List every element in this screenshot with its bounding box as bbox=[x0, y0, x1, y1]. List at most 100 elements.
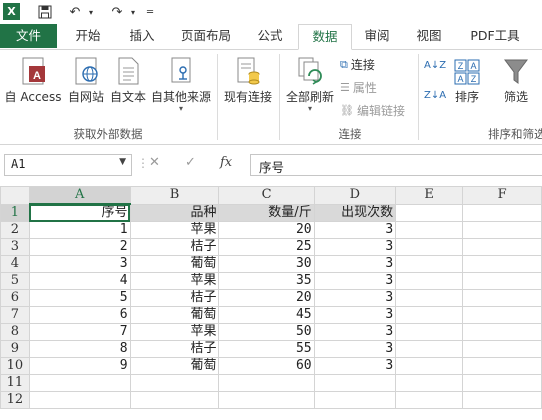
cell[interactable]: 桔子 bbox=[129, 340, 220, 358]
cell-a1[interactable]: 序号 bbox=[28, 203, 131, 222]
cell[interactable]: 葡萄 bbox=[129, 306, 220, 324]
cell[interactable] bbox=[462, 221, 542, 239]
formula-input[interactable]: 序号 bbox=[250, 154, 542, 176]
cell[interactable]: 30 bbox=[218, 255, 315, 273]
cell[interactable]: 25 bbox=[218, 238, 315, 256]
cell[interactable] bbox=[395, 289, 464, 307]
cell[interactable] bbox=[462, 374, 542, 392]
tab-pdf-tools[interactable]: PDF工具 bbox=[462, 24, 528, 48]
cell[interactable]: 35 bbox=[218, 272, 315, 290]
cell[interactable] bbox=[395, 272, 464, 290]
redo-icon[interactable]: ↷ bbox=[108, 3, 126, 21]
tab-page-layout[interactable]: 页面布局 bbox=[174, 24, 238, 48]
row-header[interactable]: 5 bbox=[0, 272, 30, 290]
cell[interactable]: 桔子 bbox=[129, 238, 220, 256]
column-header-e[interactable]: E bbox=[395, 186, 464, 205]
column-header-c[interactable]: C bbox=[218, 186, 315, 205]
row-header[interactable]: 10 bbox=[0, 357, 30, 375]
row-header[interactable]: 9 bbox=[0, 340, 30, 358]
cell[interactable]: 60 bbox=[218, 357, 315, 375]
cell[interactable]: 2 bbox=[28, 238, 131, 256]
cell[interactable]: 6 bbox=[28, 306, 131, 324]
cell[interactable]: 4 bbox=[28, 272, 131, 290]
cell[interactable] bbox=[462, 391, 542, 409]
cell[interactable]: 3 bbox=[313, 255, 397, 273]
cell[interactable] bbox=[395, 323, 464, 341]
column-header-b[interactable]: B bbox=[129, 186, 220, 205]
sort-button[interactable]: Z A A Z 排序 bbox=[450, 56, 484, 105]
cell[interactable]: 1 bbox=[28, 221, 131, 239]
cell[interactable]: 55 bbox=[218, 340, 315, 358]
cell[interactable]: 9 bbox=[28, 357, 131, 375]
cell[interactable] bbox=[462, 238, 542, 256]
cell-b1[interactable]: 品种 bbox=[129, 203, 220, 222]
name-box[interactable]: A1 ▼ bbox=[4, 154, 132, 176]
save-icon[interactable] bbox=[36, 3, 54, 21]
cell-f1[interactable] bbox=[462, 203, 542, 222]
column-header-a[interactable]: A bbox=[28, 186, 131, 205]
cell[interactable]: 45 bbox=[218, 306, 315, 324]
row-header[interactable]: 12 bbox=[0, 391, 30, 409]
existing-connections-button[interactable]: 现有连接 bbox=[220, 56, 276, 105]
cancel-icon[interactable]: ✕ bbox=[149, 155, 160, 170]
connections-button[interactable]: ⧉ 连接 bbox=[340, 56, 375, 73]
cell[interactable]: 葡萄 bbox=[129, 255, 220, 273]
tab-file[interactable]: 文件 bbox=[0, 24, 57, 48]
refresh-all-button[interactable]: 全部刷新 ▾ bbox=[283, 56, 337, 113]
cell[interactable]: 3 bbox=[313, 238, 397, 256]
tab-view[interactable]: 视图 bbox=[406, 24, 452, 48]
tab-data[interactable]: 数据 bbox=[298, 24, 352, 50]
cell[interactable]: 3 bbox=[313, 323, 397, 341]
cell[interactable] bbox=[462, 255, 542, 273]
cell[interactable] bbox=[462, 306, 542, 324]
cell-c1[interactable]: 数量/斤 bbox=[218, 203, 315, 222]
cell[interactable] bbox=[395, 238, 464, 256]
cell[interactable]: 50 bbox=[218, 323, 315, 341]
sort-ascending-button[interactable]: A↓Z bbox=[424, 60, 446, 71]
cell[interactable] bbox=[462, 272, 542, 290]
sort-descending-button[interactable]: Z↓A bbox=[424, 90, 446, 101]
from-web-button[interactable]: 自网站 bbox=[66, 56, 106, 105]
cell[interactable] bbox=[28, 374, 131, 392]
filter-button[interactable]: 筛选 bbox=[496, 56, 536, 105]
cell[interactable]: 苹果 bbox=[129, 323, 220, 341]
row-header[interactable]: 3 bbox=[0, 238, 30, 256]
tab-formulas[interactable]: 公式 bbox=[246, 24, 294, 48]
cell[interactable]: 5 bbox=[28, 289, 131, 307]
tab-review[interactable]: 审阅 bbox=[354, 24, 400, 48]
cell[interactable] bbox=[395, 255, 464, 273]
cell[interactable]: 桔子 bbox=[129, 289, 220, 307]
tab-insert[interactable]: 插入 bbox=[118, 24, 166, 48]
cell[interactable]: 3 bbox=[313, 289, 397, 307]
row-header[interactable]: 7 bbox=[0, 306, 30, 324]
cell[interactable]: 3 bbox=[313, 221, 397, 239]
cell[interactable]: 3 bbox=[313, 272, 397, 290]
cell[interactable]: 苹果 bbox=[129, 221, 220, 239]
from-other-sources-button[interactable]: 自其他来源 ▾ bbox=[150, 56, 212, 113]
cell[interactable] bbox=[129, 374, 220, 392]
cell[interactable]: 8 bbox=[28, 340, 131, 358]
cell[interactable] bbox=[462, 289, 542, 307]
cell[interactable]: 苹果 bbox=[129, 272, 220, 290]
cell[interactable]: 20 bbox=[218, 289, 315, 307]
cell[interactable] bbox=[313, 374, 397, 392]
cell[interactable]: 葡萄 bbox=[129, 357, 220, 375]
cell[interactable]: 3 bbox=[313, 306, 397, 324]
cell[interactable] bbox=[395, 391, 464, 409]
cell[interactable]: 7 bbox=[28, 323, 131, 341]
undo-dropdown-icon[interactable]: ▾ bbox=[86, 3, 96, 21]
cell[interactable]: 20 bbox=[218, 221, 315, 239]
from-access-button[interactable]: A 自 Access bbox=[2, 56, 64, 105]
cell[interactable]: 3 bbox=[313, 357, 397, 375]
customize-toolbar-icon[interactable]: ═ bbox=[144, 3, 156, 21]
row-header[interactable]: 4 bbox=[0, 255, 30, 273]
cell[interactable] bbox=[129, 391, 220, 409]
cell[interactable] bbox=[462, 357, 542, 375]
cell[interactable] bbox=[28, 391, 131, 409]
row-header[interactable]: 6 bbox=[0, 289, 30, 307]
cell[interactable]: 3 bbox=[313, 340, 397, 358]
cell[interactable] bbox=[395, 306, 464, 324]
chevron-down-icon[interactable]: ▼ bbox=[119, 157, 126, 167]
cell[interactable] bbox=[462, 323, 542, 341]
row-header[interactable]: 8 bbox=[0, 323, 30, 341]
